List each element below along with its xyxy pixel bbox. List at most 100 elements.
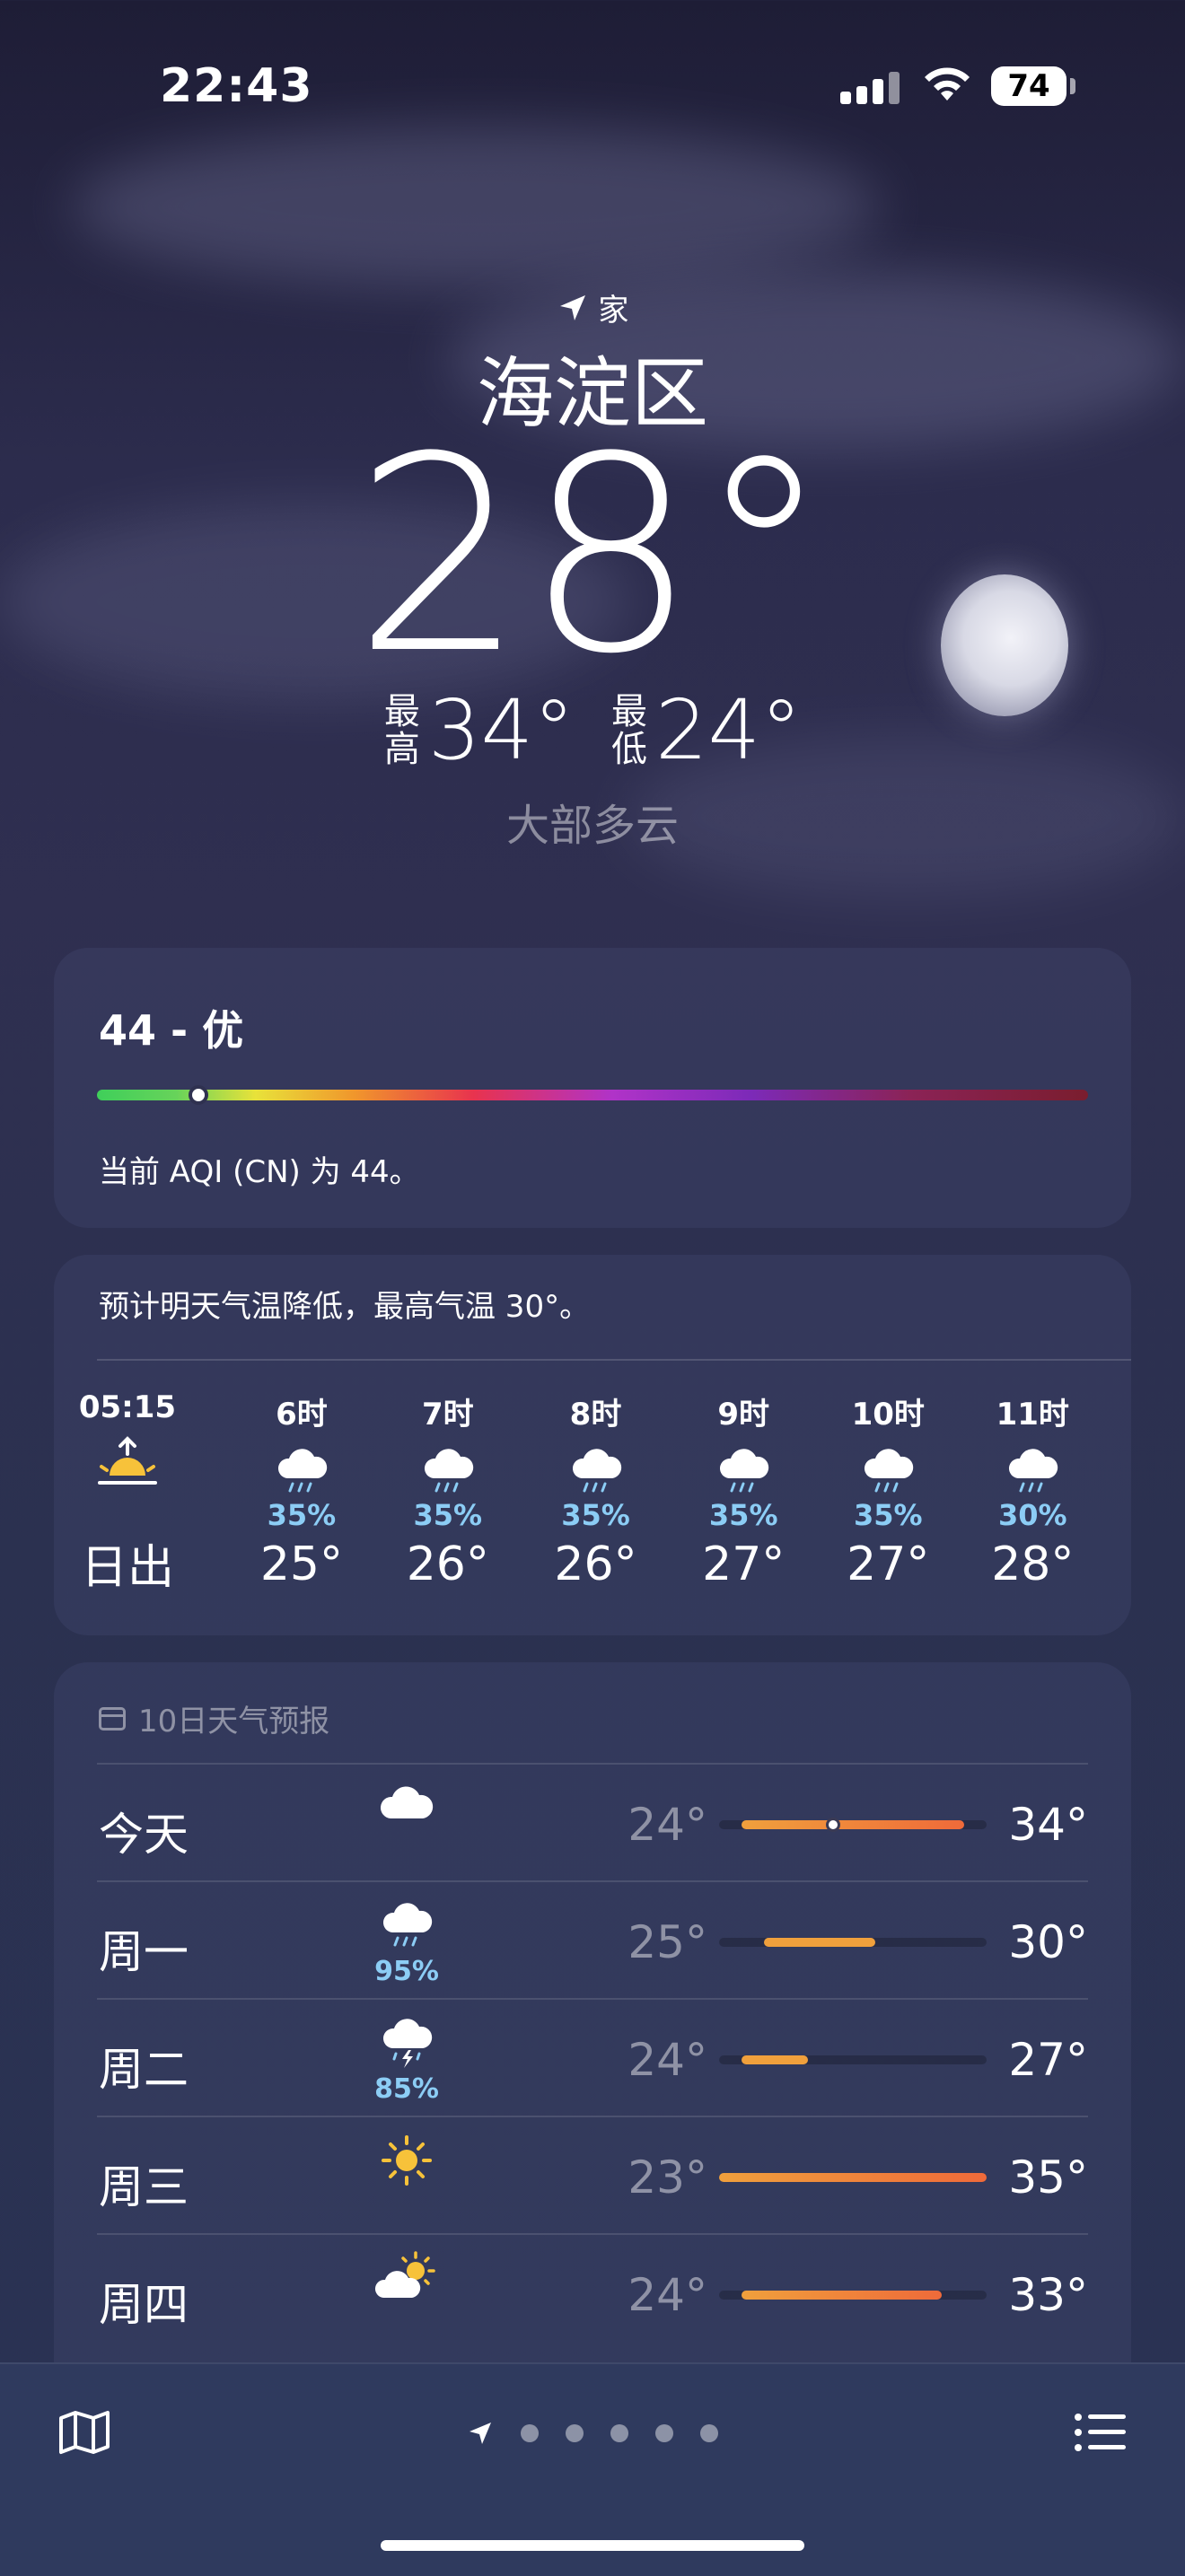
wifi-icon [925, 67, 970, 101]
daily-high: 33° [1008, 2269, 1088, 2321]
hourly-temp: 27° [847, 1538, 930, 1591]
sunrise-icon [56, 1436, 199, 1490]
page-dot[interactable] [521, 2424, 539, 2442]
hourly-time: 6时 [276, 1397, 328, 1433]
hourly-precip: 35% [413, 1498, 483, 1532]
daily-high: 35° [1008, 2151, 1088, 2204]
daily-high: 27° [1008, 2034, 1088, 2086]
daily-icon-wrap [366, 2134, 447, 2191]
hourly-temp: 26° [554, 1538, 637, 1591]
hourly-temp: 日出 [80, 1541, 174, 1595]
page-dot[interactable] [700, 2424, 718, 2442]
aqi-description: 当前 AQI (CN) 为 44。 [99, 1154, 420, 1190]
partly-sunny-icon [366, 2251, 447, 2309]
status-bar: 22:43 74 [0, 54, 1185, 117]
daily-row[interactable]: 周二 85% 24° 27° [97, 1998, 1088, 2116]
daily-row[interactable]: 周一 95% 25° 30° [97, 1880, 1088, 1999]
temp-range-fill [741, 2055, 809, 2064]
hourly-forecast-card[interactable]: 预计明天气温降低，最高气温 30°。 05:15 日出 6时 35% 25° 7时 35% 2… [54, 1255, 1131, 1635]
ten-day-forecast-card[interactable]: 10日天气预报 今天 24° 34° 周一 95% 25° 30° 周二 85% 24° 27° 周三… [54, 1662, 1131, 2470]
ten-day-title: 10日天气预报 [138, 1704, 330, 1739]
daily-row[interactable]: 今天 24° 34° [97, 1763, 1088, 1881]
temp-range-fill [763, 1938, 875, 1947]
list-icon[interactable] [1074, 2413, 1128, 2452]
hourly-summary: 预计明天气温降低，最高气温 30°。 [99, 1289, 591, 1325]
bottom-toolbar [0, 2362, 1185, 2576]
hourly-item: 6时 35% 25° [230, 1389, 373, 1591]
hourly-item: 05:15 日出 [56, 1389, 199, 1597]
daily-icon-wrap: 95% [366, 1898, 447, 1987]
hourly-time: 10时 [851, 1397, 925, 1433]
temp-range-track [719, 2055, 987, 2064]
hourly-precip: 35% [561, 1498, 630, 1532]
calendar-icon [99, 1706, 126, 1730]
hourly-temp: 28° [991, 1538, 1075, 1591]
rain-cloud-icon [961, 1444, 1104, 1498]
hourly-time: 11时 [996, 1397, 1069, 1433]
hourly-precip: 35% [708, 1498, 778, 1532]
location-arrow-icon [559, 295, 585, 320]
low-temperature: 24° [655, 682, 803, 778]
location-label: 家 [0, 285, 1185, 329]
aqi-card[interactable]: 44 - 优 当前 AQI (CN) 为 44。 [54, 948, 1131, 1228]
day-name: 今天 [99, 1809, 189, 1861]
daily-row[interactable]: 周三 23° 35° [97, 2116, 1088, 2234]
cellular-signal-icon [840, 70, 900, 104]
rain-cloud-icon [672, 1444, 815, 1498]
page-indicator[interactable] [0, 2420, 1185, 2447]
temp-range-track [719, 2173, 987, 2182]
hourly-time: 05:15 [78, 1389, 177, 1425]
daily-icon-wrap: 85% [366, 2016, 447, 2105]
daily-precip: 85% [374, 2073, 439, 2105]
temp-range-track [719, 1818, 987, 1832]
daily-icon-wrap [366, 1781, 447, 1829]
page-dot[interactable] [655, 2424, 673, 2442]
high-low-temperature: 最高 34° 最低 24° [0, 682, 1185, 778]
status-time: 22:43 [160, 59, 313, 113]
hourly-item: 11时 30% 28° [961, 1389, 1104, 1591]
home-indicator[interactable] [381, 2540, 804, 2551]
rain-cloud-icon [230, 1444, 373, 1498]
hourly-precip: 30% [997, 1498, 1067, 1532]
low-label: 最低 [611, 690, 647, 770]
rain-cloud-icon [376, 1444, 520, 1498]
daily-low: 24° [628, 2269, 707, 2321]
location-page-icon[interactable] [467, 2420, 494, 2447]
aqi-title: 44 - 优 [99, 1006, 244, 1055]
hourly-temp: 27° [702, 1538, 786, 1591]
hourly-precip [56, 1490, 199, 1524]
daily-low: 25° [628, 1916, 707, 1968]
sun-icon [366, 2134, 447, 2191]
page-dot[interactable] [610, 2424, 628, 2442]
hourly-item: 8时 35% 26° [524, 1389, 668, 1591]
hourly-time: 9时 [717, 1397, 770, 1433]
hourly-time: 8时 [569, 1397, 622, 1433]
daily-high: 34° [1008, 1799, 1088, 1851]
rain-cloud-icon [816, 1444, 960, 1498]
thunderstorm-icon [366, 2016, 447, 2073]
temp-range-fill [741, 1820, 965, 1829]
daily-high: 30° [1008, 1916, 1088, 1968]
daily-row[interactable]: 周四 24° 33° [97, 2233, 1088, 2352]
hourly-item: 7时 35% 26° [376, 1389, 520, 1591]
page-dot[interactable] [566, 2424, 584, 2442]
day-name: 周二 [99, 2044, 189, 2096]
day-name: 周三 [99, 2161, 189, 2213]
battery-indicator: 74 [991, 66, 1075, 106]
condition-text: 大部多云 [505, 801, 679, 851]
daily-low: 24° [628, 2034, 707, 2086]
aqi-indicator-dot [189, 1085, 208, 1105]
temp-range-track [719, 1938, 987, 1947]
daily-low: 23° [628, 2151, 707, 2204]
cloud-icon [366, 1781, 447, 1829]
rain-cloud-icon [366, 1898, 447, 1956]
current-temperature: 28° [354, 399, 831, 713]
sky-cloud [72, 126, 880, 287]
day-name: 周一 [99, 1926, 189, 1978]
divider [97, 1359, 1131, 1361]
day-name: 周四 [99, 2279, 189, 2331]
daily-icon-wrap [366, 2251, 447, 2309]
hourly-item: 9时 35% 27° [672, 1389, 815, 1591]
hourly-temp: 26° [406, 1538, 489, 1591]
rain-cloud-icon [524, 1444, 668, 1498]
